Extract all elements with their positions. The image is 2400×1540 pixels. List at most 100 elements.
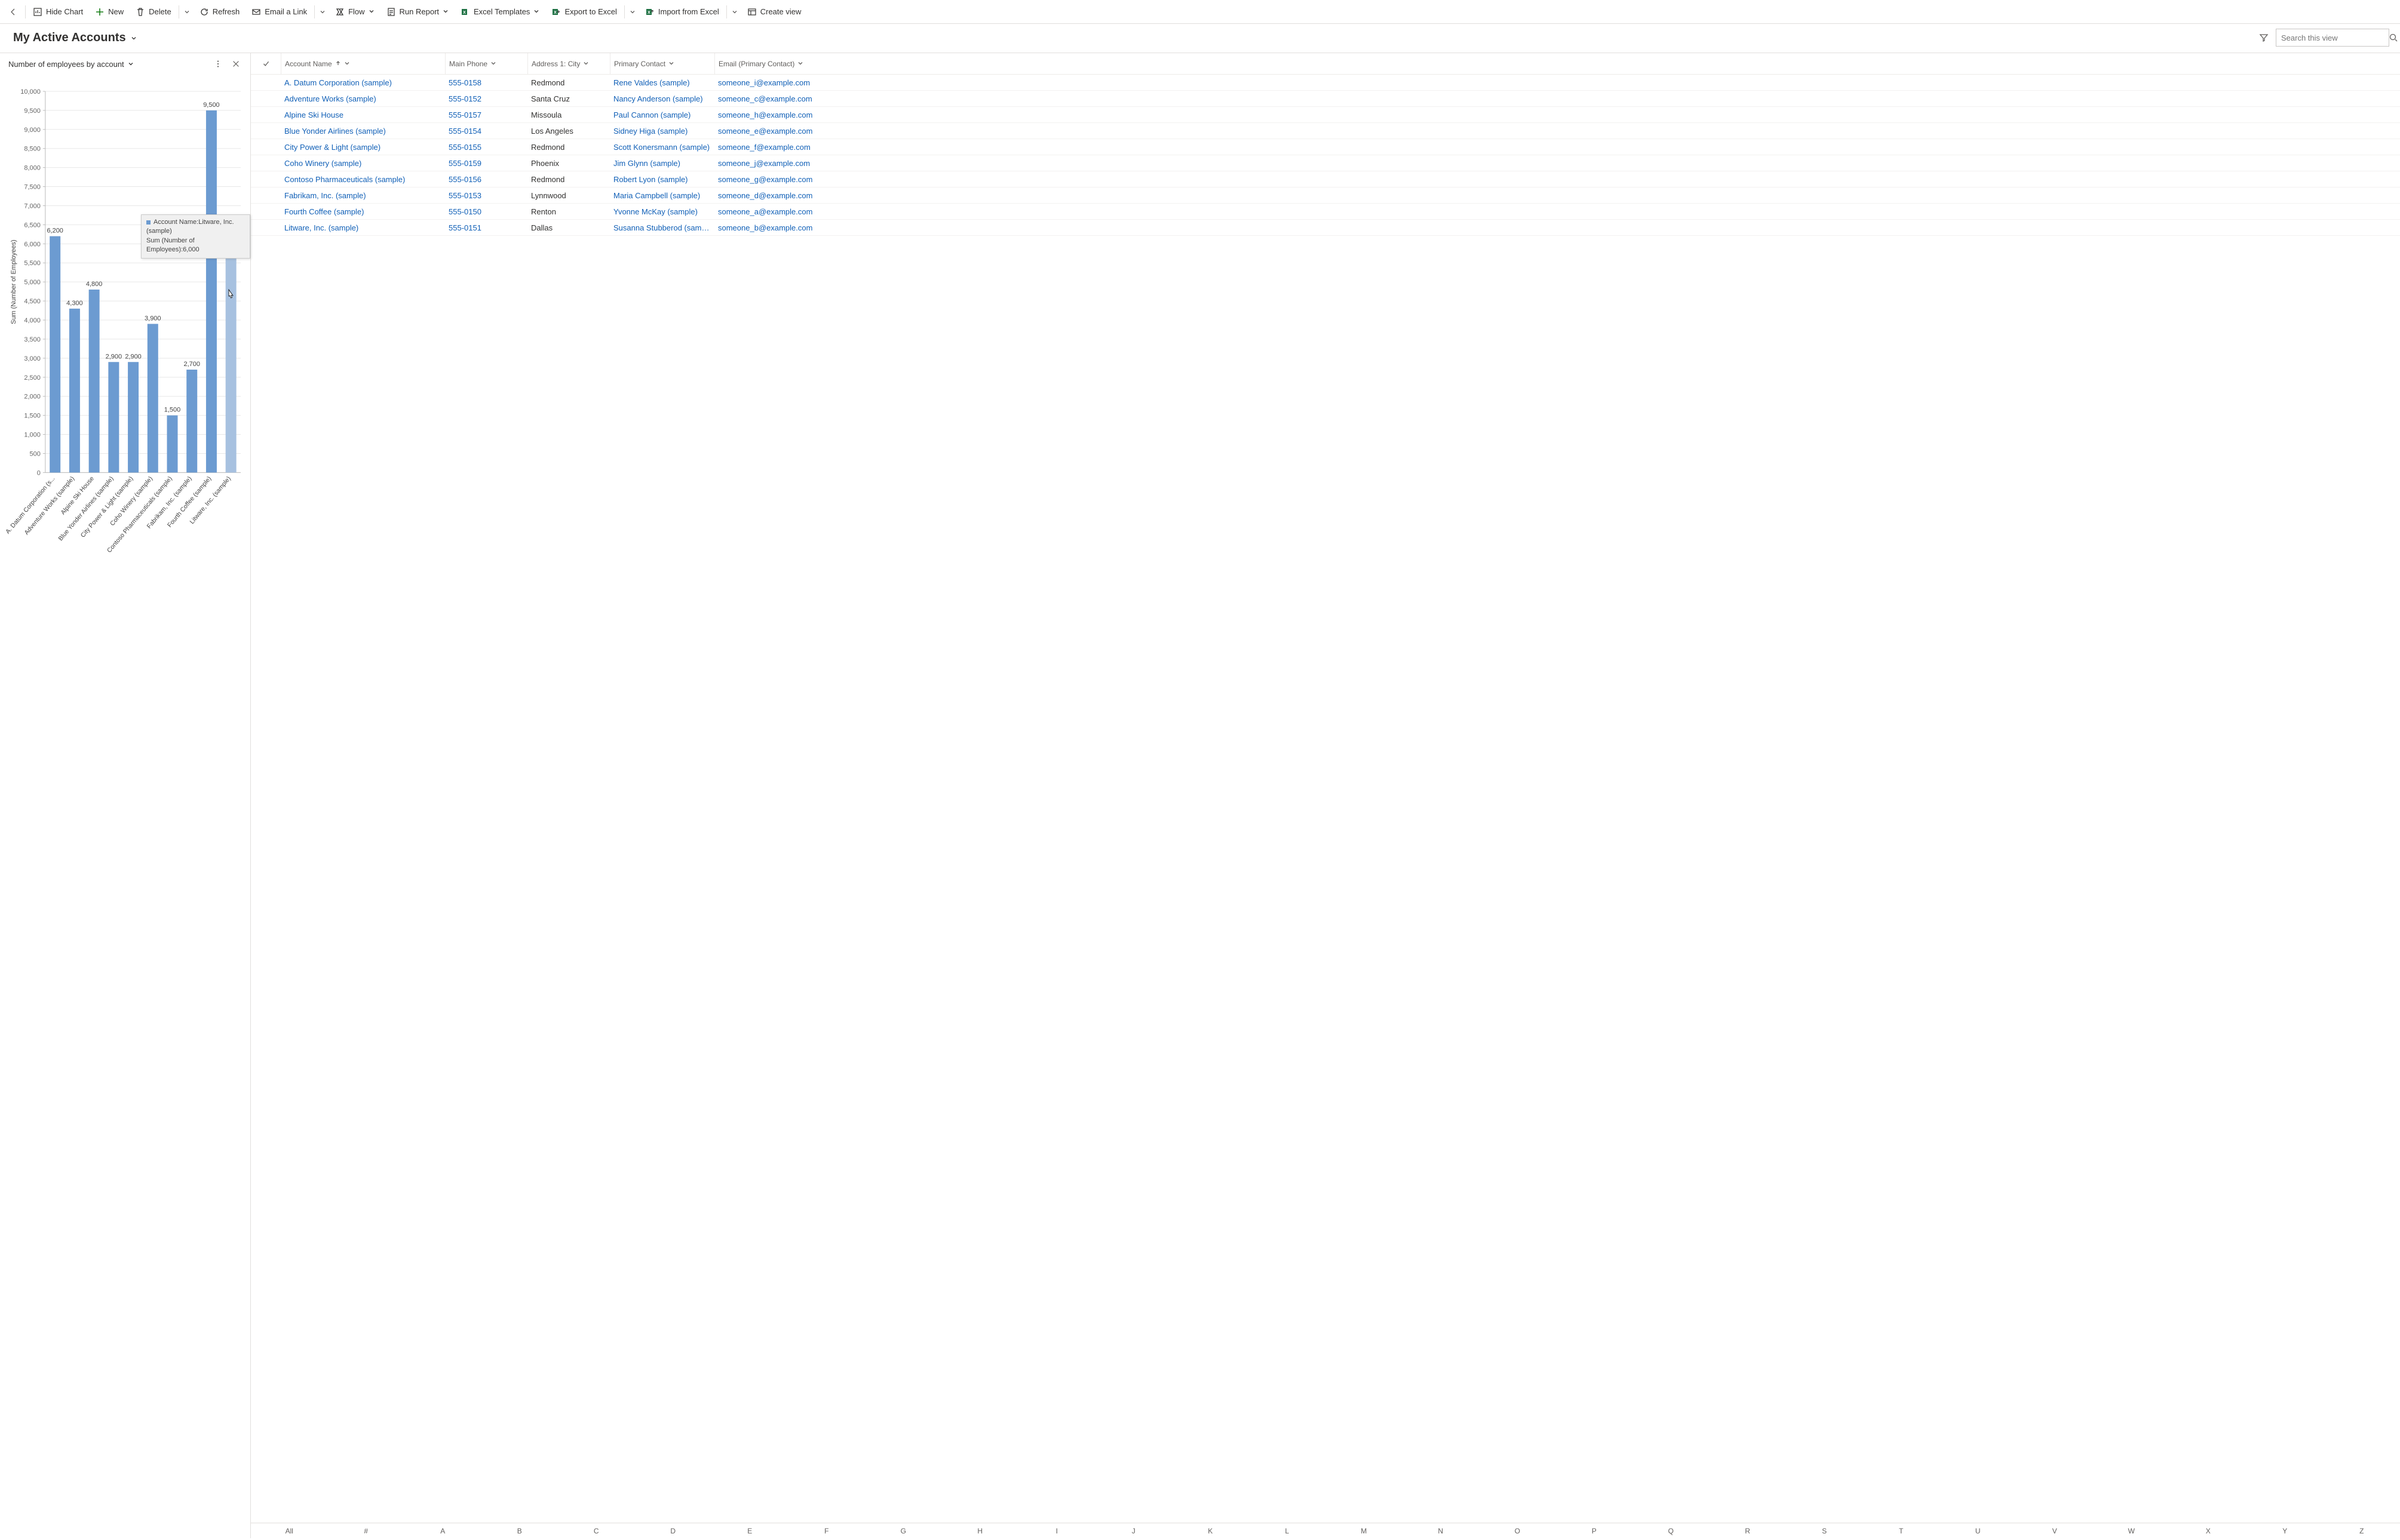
chart-bar[interactable]	[148, 324, 158, 472]
alpha-filter-a[interactable]: A	[404, 1523, 481, 1538]
delete-button[interactable]: Delete	[130, 2, 177, 21]
cell-main-phone[interactable]: 555-0150	[445, 207, 527, 216]
cell-account-name[interactable]: Alpine Ski House	[281, 110, 445, 119]
table-row[interactable]: A. Datum Corporation (sample)555-0158Red…	[251, 75, 2400, 91]
cell-account-name[interactable]: Coho Winery (sample)	[281, 159, 445, 168]
alpha-filter-o[interactable]: O	[1479, 1523, 1556, 1538]
cell-primary-contact[interactable]: Scott Konersmann (sample)	[610, 143, 714, 152]
table-row[interactable]: Litware, Inc. (sample)555-0151DallasSusa…	[251, 220, 2400, 236]
cell-primary-contact[interactable]: Nancy Anderson (sample)	[610, 94, 714, 103]
alpha-filter-l[interactable]: L	[1249, 1523, 1326, 1538]
bar-chart[interactable]: 05001,0001,5002,0002,5003,0003,5004,0004…	[4, 79, 247, 1538]
alpha-filter-d[interactable]: D	[635, 1523, 712, 1538]
cell-main-phone[interactable]: 555-0151	[445, 223, 527, 232]
alpha-filter-q[interactable]: Q	[1632, 1523, 1710, 1538]
chart-more-button[interactable]	[210, 56, 226, 72]
alpha-filter-all[interactable]: All	[251, 1523, 328, 1538]
alpha-filter-x[interactable]: X	[2170, 1523, 2247, 1538]
cell-main-phone[interactable]: 555-0152	[445, 94, 527, 103]
chart-bar[interactable]	[108, 362, 119, 472]
alpha-filter-u[interactable]: U	[1939, 1523, 2017, 1538]
alpha-filter-p[interactable]: P	[1556, 1523, 1633, 1538]
alpha-filter-f[interactable]: F	[788, 1523, 866, 1538]
select-all-column[interactable]	[251, 60, 281, 67]
table-row[interactable]: Alpine Ski House555-0157MissoulaPaul Can…	[251, 107, 2400, 123]
alpha-filter-n[interactable]: N	[1402, 1523, 1480, 1538]
alpha-filter-b[interactable]: B	[481, 1523, 558, 1538]
cell-primary-contact[interactable]: Robert Lyon (sample)	[610, 175, 714, 184]
alpha-filter-w[interactable]: W	[2093, 1523, 2170, 1538]
alpha-filter-g[interactable]: G	[865, 1523, 942, 1538]
alpha-filter-k[interactable]: K	[1172, 1523, 1249, 1538]
column-header-account-name[interactable]: Account Name	[281, 53, 445, 74]
cell-primary-contact[interactable]: Yvonne McKay (sample)	[610, 207, 714, 216]
email-link-split-button[interactable]	[316, 2, 329, 21]
alpha-filter-v[interactable]: V	[2017, 1523, 2094, 1538]
cell-account-name[interactable]: Blue Yonder Airlines (sample)	[281, 127, 445, 136]
chart-close-button[interactable]	[228, 56, 244, 72]
export-excel-split-button[interactable]	[626, 2, 639, 21]
back-button[interactable]	[2, 2, 24, 21]
cell-main-phone[interactable]: 555-0154	[445, 127, 527, 136]
alpha-filter-s[interactable]: S	[1786, 1523, 1863, 1538]
chart-bar[interactable]	[206, 110, 217, 473]
search-icon[interactable]	[2389, 33, 2398, 42]
cell-email[interactable]: someone_f@example.com	[714, 143, 2400, 152]
chart-bar[interactable]	[69, 309, 80, 473]
alpha-filter-r[interactable]: R	[1710, 1523, 1787, 1538]
cell-account-name[interactable]: Fabrikam, Inc. (sample)	[281, 191, 445, 200]
cell-primary-contact[interactable]: Sidney Higa (sample)	[610, 127, 714, 136]
alpha-filter-j[interactable]: J	[1095, 1523, 1173, 1538]
chart-bar[interactable]	[226, 244, 237, 472]
chart-bar[interactable]	[186, 370, 197, 472]
cell-email[interactable]: someone_a@example.com	[714, 207, 2400, 216]
cell-email[interactable]: someone_h@example.com	[714, 110, 2400, 119]
import-excel-button[interactable]: X Import from Excel	[639, 2, 725, 21]
alpha-filter-e[interactable]: E	[711, 1523, 788, 1538]
cell-account-name[interactable]: Contoso Pharmaceuticals (sample)	[281, 175, 445, 184]
cell-primary-contact[interactable]: Rene Valdes (sample)	[610, 78, 714, 87]
cell-main-phone[interactable]: 555-0159	[445, 159, 527, 168]
cell-email[interactable]: someone_e@example.com	[714, 127, 2400, 136]
cell-account-name[interactable]: City Power & Light (sample)	[281, 143, 445, 152]
cell-primary-contact[interactable]: Jim Glynn (sample)	[610, 159, 714, 168]
alpha-filter-i[interactable]: I	[1018, 1523, 1095, 1538]
table-row[interactable]: Contoso Pharmaceuticals (sample)555-0156…	[251, 171, 2400, 187]
cell-primary-contact[interactable]: Maria Campbell (sample)	[610, 191, 714, 200]
cell-account-name[interactable]: Fourth Coffee (sample)	[281, 207, 445, 216]
import-excel-split-button[interactable]	[728, 2, 741, 21]
cell-email[interactable]: someone_j@example.com	[714, 159, 2400, 168]
cell-email[interactable]: someone_i@example.com	[714, 78, 2400, 87]
column-header-primary-contact[interactable]: Primary Contact	[610, 53, 714, 74]
chart-selector[interactable]: Number of employees by account	[8, 60, 134, 69]
cell-primary-contact[interactable]: Susanna Stubberod (sample)	[610, 223, 714, 232]
table-row[interactable]: City Power & Light (sample)555-0155Redmo…	[251, 139, 2400, 155]
search-box[interactable]	[2276, 29, 2389, 47]
excel-templates-button[interactable]: X Excel Templates	[455, 2, 545, 21]
alpha-filter-z[interactable]: Z	[2324, 1523, 2400, 1538]
delete-split-button[interactable]	[180, 2, 194, 21]
new-button[interactable]: New	[89, 2, 130, 21]
chart-bar[interactable]	[128, 362, 139, 472]
run-report-button[interactable]: Run Report	[380, 2, 455, 21]
create-view-button[interactable]: Create view	[741, 2, 808, 21]
search-input[interactable]	[2281, 33, 2386, 42]
cell-main-phone[interactable]: 555-0155	[445, 143, 527, 152]
chart-bar[interactable]	[50, 236, 60, 473]
column-header-main-phone[interactable]: Main Phone	[445, 53, 527, 74]
alpha-filter-#[interactable]: #	[328, 1523, 405, 1538]
cell-email[interactable]: someone_b@example.com	[714, 223, 2400, 232]
flow-button[interactable]: Flow	[329, 2, 380, 21]
table-row[interactable]: Coho Winery (sample)555-0159PhoenixJim G…	[251, 155, 2400, 171]
alpha-filter-y[interactable]: Y	[2246, 1523, 2324, 1538]
table-row[interactable]: Fabrikam, Inc. (sample)555-0153LynnwoodM…	[251, 187, 2400, 204]
export-excel-button[interactable]: X Export to Excel	[545, 2, 622, 21]
view-selector[interactable]: My Active Accounts	[13, 31, 137, 45]
cell-email[interactable]: someone_d@example.com	[714, 191, 2400, 200]
alpha-filter-t[interactable]: T	[1863, 1523, 1940, 1538]
table-row[interactable]: Blue Yonder Airlines (sample)555-0154Los…	[251, 123, 2400, 139]
email-link-button[interactable]: Email a Link	[245, 2, 313, 21]
alpha-filter-h[interactable]: H	[942, 1523, 1019, 1538]
cell-main-phone[interactable]: 555-0156	[445, 175, 527, 184]
cell-primary-contact[interactable]: Paul Cannon (sample)	[610, 110, 714, 119]
